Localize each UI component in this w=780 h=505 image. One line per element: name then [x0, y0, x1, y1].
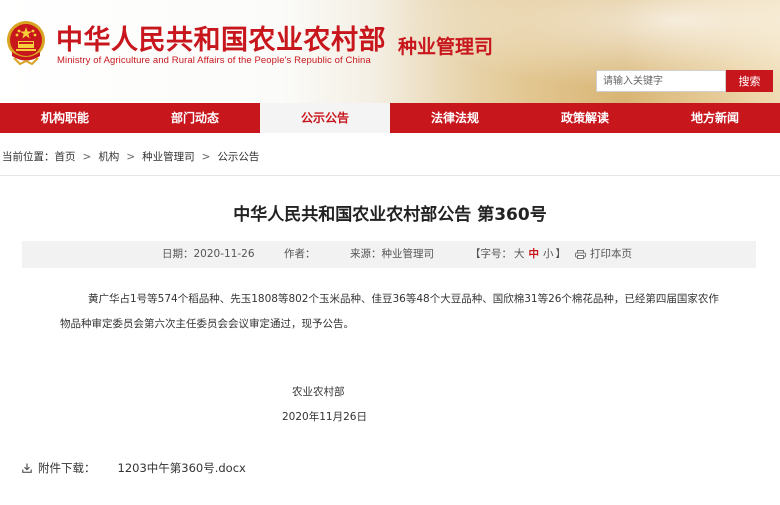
article-author: 作者：: [284, 248, 316, 260]
nav-item-department-news[interactable]: 部门动态: [130, 103, 260, 133]
download-icon: [22, 463, 32, 473]
search-button[interactable]: 搜索: [726, 70, 773, 92]
nav-item-policy-interpretation[interactable]: 政策解读: [520, 103, 650, 133]
site-title[interactable]: 中华人民共和国农业农村部: [56, 18, 386, 57]
search-input[interactable]: [596, 70, 726, 92]
attachment-file-link[interactable]: 1203中午第360号.docx: [118, 461, 246, 475]
article-date: 日期：2020-11-26: [162, 248, 255, 260]
nav-item-laws[interactable]: 法律法规: [390, 103, 520, 133]
nav-item-announcements[interactable]: 公示公告: [260, 103, 390, 133]
article-body: 黄广华占1号等574个稻品种、先玉1808等802个玉米品种、佳豆36等48个大…: [60, 287, 725, 337]
attachment-label: 附件下载：: [38, 461, 96, 475]
site-subtitle: Ministry of Agriculture and Rural Affair…: [57, 55, 371, 66]
breadcrumb: 当前位置：首页 > 机构 > 种业管理司 > 公示公告: [2, 149, 259, 164]
national-emblem-icon[interactable]: [6, 18, 46, 66]
breadcrumb-separator: >: [201, 151, 211, 163]
font-size-small[interactable]: 小: [543, 248, 554, 260]
signature-organization: 农业农村部: [292, 386, 345, 398]
breadcrumb-department[interactable]: 种业管理司: [142, 151, 195, 163]
font-size-control: 【字号：大中小】: [470, 241, 566, 268]
breadcrumb-separator: >: [126, 151, 136, 163]
signature-date: 2020年11月26日: [282, 411, 367, 423]
article-source: 来源：种业管理司: [350, 248, 434, 260]
breadcrumb-agency[interactable]: 机构: [98, 151, 119, 163]
article-meta-bar: 日期：2020-11-26 作者： 来源：种业管理司 【字号：大中小】 打印本页: [22, 241, 756, 268]
print-page-link[interactable]: 打印本页: [575, 241, 632, 268]
font-size-medium[interactable]: 中: [529, 248, 540, 260]
breadcrumb-prefix: 当前位置：: [2, 151, 55, 163]
nav-item-local-news[interactable]: 地方新闻: [650, 103, 780, 133]
font-size-prefix: 【字号：: [470, 248, 512, 260]
breadcrumb-separator: >: [82, 151, 92, 163]
article-title: 中华人民共和国农业农村部公告 第360号: [233, 205, 547, 225]
site-header: 中华人民共和国农业农村部 Ministry of Agriculture and…: [0, 0, 780, 103]
main-nav: 机构职能 部门动态 公示公告 法律法规 政策解读 地方新闻: [0, 103, 780, 133]
nav-item-functions[interactable]: 机构职能: [0, 103, 130, 133]
breadcrumb-current[interactable]: 公示公告: [217, 151, 259, 163]
article-paragraph: 黄广华占1号等574个稻品种、先玉1808等802个玉米品种、佳豆36等48个大…: [60, 293, 719, 330]
font-size-large[interactable]: 大: [514, 248, 525, 260]
department-title[interactable]: 种业管理司: [398, 32, 493, 59]
printer-icon: [575, 249, 586, 259]
print-label: 打印本页: [590, 248, 632, 260]
attachment-download: 附件下载： 1203中午第360号.docx: [22, 460, 246, 476]
font-size-suffix: 】: [555, 248, 567, 260]
breadcrumb-home[interactable]: 首页: [55, 151, 76, 163]
